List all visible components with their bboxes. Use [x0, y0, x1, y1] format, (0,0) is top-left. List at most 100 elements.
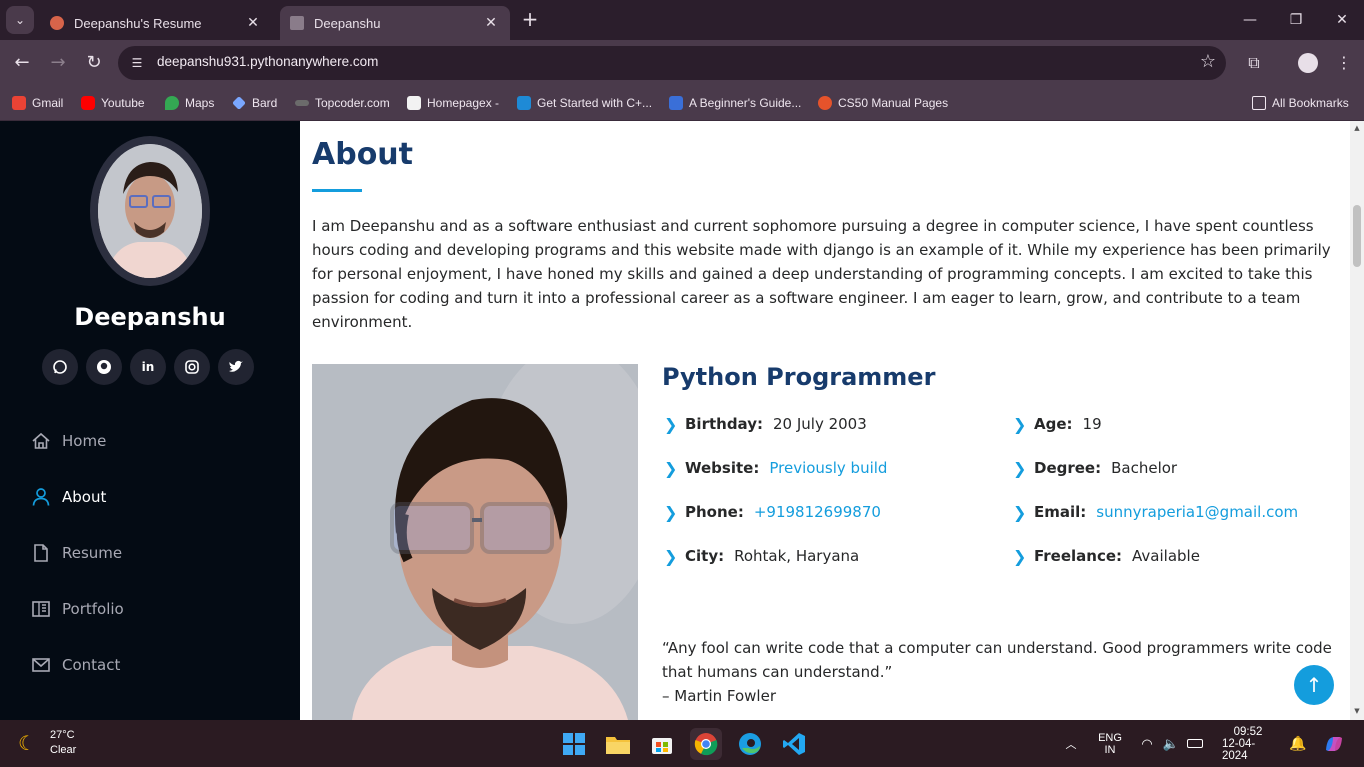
- site-favicon-icon: [290, 16, 304, 30]
- start-button[interactable]: [558, 728, 590, 760]
- homepagex-icon: [407, 96, 421, 110]
- chrome-icon[interactable]: [690, 728, 722, 760]
- guide-icon: [669, 96, 683, 110]
- whatsapp-icon[interactable]: [42, 349, 78, 385]
- scroll-down-arrow-icon[interactable]: ▼: [1353, 707, 1361, 715]
- tab-deepanshu[interactable]: Deepanshu ✕: [280, 6, 510, 40]
- extensions-icon[interactable]: ⧉: [1240, 49, 1268, 77]
- detail-phone: ❯ Phone: +919812699870: [664, 500, 881, 524]
- scrollbar-thumb[interactable]: [1353, 205, 1361, 267]
- close-icon[interactable]: ✕: [482, 15, 500, 31]
- language-indicator[interactable]: ENG IN: [1094, 720, 1126, 767]
- quote-author: – Martin Fowler: [662, 687, 776, 705]
- detail-email: ❯ Email: sunnyraperia1@gmail.com: [1013, 500, 1298, 524]
- restore-button[interactable]: ❐: [1276, 6, 1316, 34]
- bookmark-youtube[interactable]: Youtube: [81, 93, 145, 113]
- window-close-button[interactable]: ✕: [1322, 6, 1362, 34]
- copilot-icon[interactable]: [1320, 720, 1348, 767]
- edge-icon[interactable]: [734, 728, 766, 760]
- sidebar-item-resume[interactable]: Resume: [30, 533, 270, 573]
- detail-label: Age:: [1034, 415, 1073, 433]
- profile-photo-small: [98, 144, 202, 278]
- bookmark-label: Youtube: [101, 96, 145, 110]
- forward-button[interactable]: →: [44, 49, 72, 77]
- phone-link[interactable]: +919812699870: [754, 503, 881, 521]
- minimize-button[interactable]: —: [1230, 6, 1270, 34]
- wifi-icon[interactable]: ◠: [1136, 720, 1158, 767]
- scroll-up-arrow-icon[interactable]: ▲: [1353, 124, 1361, 132]
- bookmark-maps[interactable]: Maps: [165, 93, 214, 113]
- title-underline: [312, 189, 362, 192]
- address-bar[interactable]: ☰ deepanshu931.pythonanywhere.com ☆: [118, 46, 1226, 80]
- linkedin-icon[interactable]: in: [130, 349, 166, 385]
- volume-icon[interactable]: 🔈: [1160, 720, 1182, 767]
- sidebar-item-contact[interactable]: Contact: [30, 645, 270, 685]
- clock[interactable]: 09:52 12-04-2024: [1222, 720, 1274, 767]
- sidebar-item-portfolio[interactable]: Portfolio: [30, 589, 270, 629]
- section-title: About: [312, 137, 414, 172]
- bookmark-label: Homepagex -: [427, 96, 500, 110]
- instagram-icon[interactable]: [174, 349, 210, 385]
- back-to-top-button[interactable]: ↑: [1294, 665, 1334, 705]
- detail-freelance: ❯ Freelance: Available: [1013, 544, 1200, 568]
- tab-label: Deepanshu's Resume: [74, 15, 202, 31]
- envelope-icon: [30, 654, 52, 676]
- vscode-icon[interactable]: [778, 728, 810, 760]
- bookmark-cs50[interactable]: CS50 Manual Pages: [818, 93, 948, 113]
- menu-kebab-icon[interactable]: ⋮: [1330, 49, 1358, 77]
- detail-age: ❯ Age: 19: [1013, 412, 1102, 436]
- weather-widget[interactable]: ☾ 27°C Clear: [18, 728, 76, 758]
- bookmark-topcoder[interactable]: Topcoder.com: [295, 93, 390, 113]
- github-icon[interactable]: [86, 349, 122, 385]
- bookmark-gmail[interactable]: Gmail: [12, 93, 63, 113]
- site-info-icon[interactable]: ☰: [128, 54, 146, 72]
- notification-bell-icon[interactable]: 🔔: [1288, 720, 1308, 767]
- sidebar-item-about[interactable]: About: [30, 477, 270, 517]
- url-text[interactable]: deepanshu931.pythonanywhere.com: [157, 54, 378, 69]
- email-link[interactable]: sunnyraperia1@gmail.com: [1096, 503, 1298, 521]
- detail-value: Bachelor: [1111, 459, 1178, 477]
- tab-resume[interactable]: Deepanshu's Resume ✕: [40, 6, 272, 40]
- maps-icon: [165, 96, 179, 110]
- page-scrollbar[interactable]: ▲ ▼: [1350, 121, 1364, 720]
- chevron-right-icon: ❯: [664, 502, 678, 522]
- sidebar-item-home[interactable]: Home: [30, 421, 270, 461]
- detail-label: Birthday:: [685, 415, 763, 433]
- bookmark-homepagex[interactable]: Homepagex -: [407, 93, 499, 113]
- detail-city: ❯ City: Rohtak, Haryana: [664, 544, 859, 568]
- close-icon[interactable]: ✕: [244, 15, 262, 31]
- weather-temp: 27°C: [50, 729, 75, 741]
- page-viewport: Deepanshu in Home About Resume Portfolio…: [0, 121, 1364, 720]
- detail-website: ❯ Website: Previously build: [664, 456, 887, 480]
- tray-overflow-icon[interactable]: ︿: [1060, 720, 1082, 767]
- bookmark-star-icon[interactable]: ☆: [1200, 51, 1216, 72]
- chevron-right-icon: ❯: [1013, 458, 1027, 478]
- about-intro: I am Deepanshu and as a software enthusi…: [312, 217, 1331, 331]
- new-tab-button[interactable]: +: [518, 8, 542, 32]
- file-explorer-icon[interactable]: [602, 728, 634, 760]
- bookmark-cpp[interactable]: Get Started with C+...: [517, 93, 652, 113]
- back-button[interactable]: ←: [8, 49, 36, 77]
- store-icon[interactable]: [646, 728, 678, 760]
- profile-name: Deepanshu: [74, 303, 226, 331]
- detail-label: Degree:: [1034, 459, 1102, 477]
- bard-icon: [232, 96, 246, 110]
- arrow-up-icon: ↑: [1305, 673, 1323, 697]
- all-bookmarks-button[interactable]: All Bookmarks: [1252, 93, 1349, 113]
- twitter-icon[interactable]: [218, 349, 254, 385]
- sidebar: Deepanshu in Home About Resume Portfolio…: [0, 121, 300, 720]
- bookmark-label: Gmail: [32, 96, 64, 110]
- tab-search-button[interactable]: ⌄: [6, 6, 34, 34]
- bookmark-bard[interactable]: Bard: [232, 93, 277, 113]
- bookmark-label: Maps: [185, 96, 215, 110]
- profile-avatar[interactable]: [1294, 49, 1322, 77]
- website-link[interactable]: Previously build: [769, 459, 887, 477]
- detail-label: Phone:: [685, 503, 744, 521]
- tab-label: Deepanshu: [314, 15, 381, 31]
- resume-favicon-icon: [50, 16, 64, 30]
- detail-birthday: ❯ Birthday: 20 July 2003: [664, 412, 867, 436]
- reload-button[interactable]: ↻: [80, 49, 108, 77]
- battery-icon[interactable]: [1184, 720, 1206, 767]
- bookmark-guide[interactable]: A Beginner's Guide...: [669, 93, 801, 113]
- chevron-right-icon: ❯: [1013, 546, 1027, 566]
